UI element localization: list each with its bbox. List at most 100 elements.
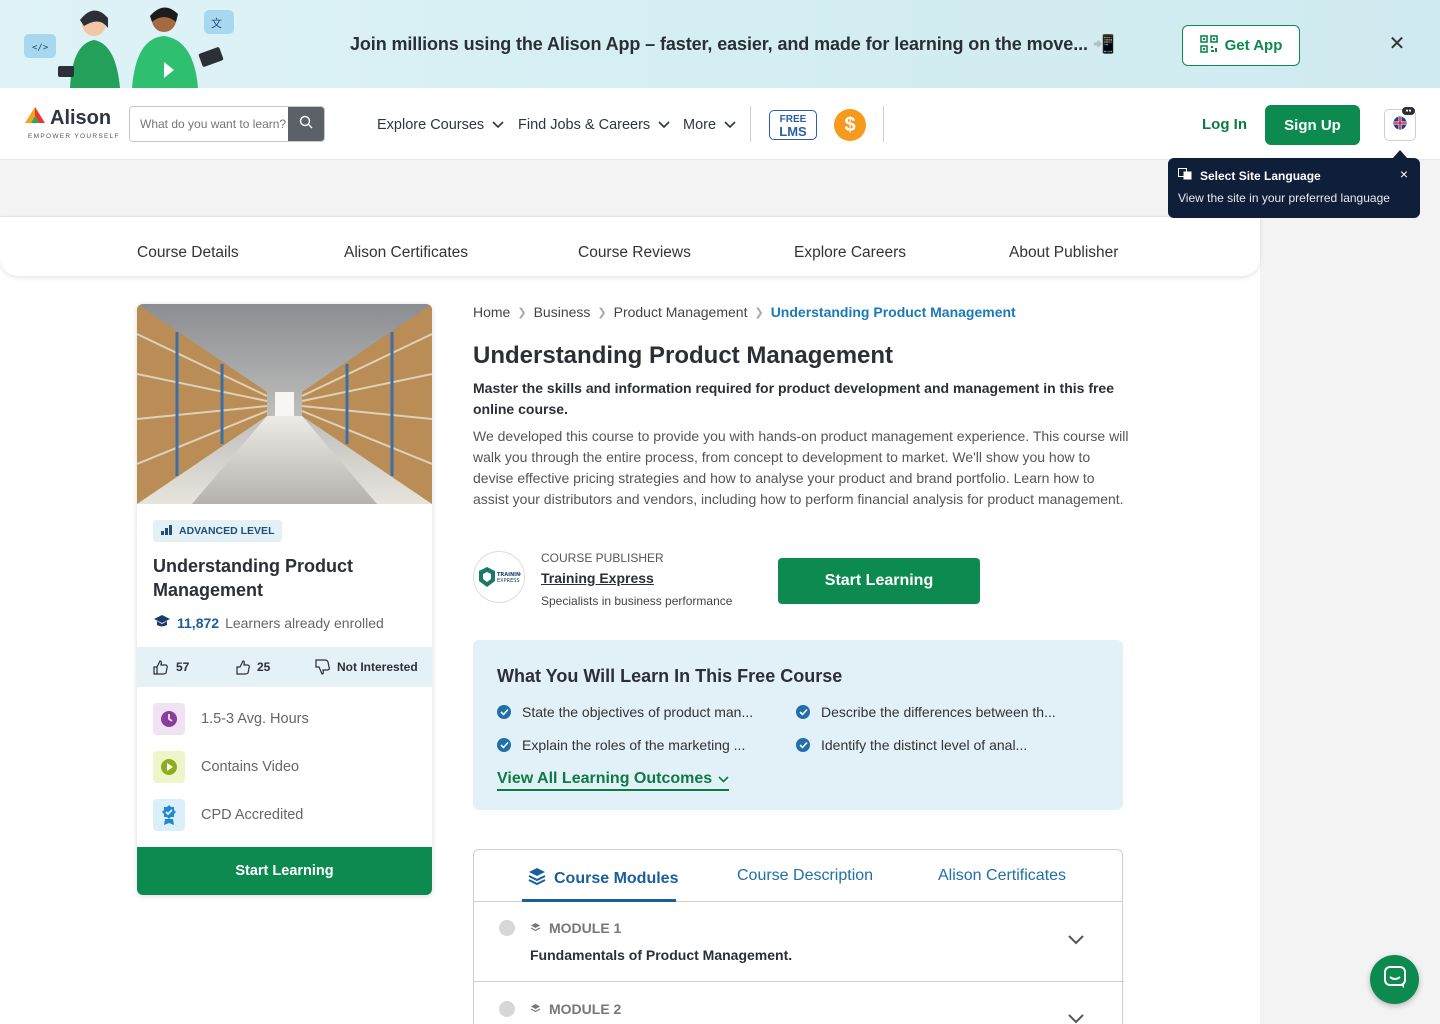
qr-code-icon (1199, 34, 1218, 57)
breadcrumb-home[interactable]: Home (473, 304, 510, 320)
outcome-text: Identify the distinct level of anal... (821, 737, 1028, 753)
outcome-item: State the objectives of product man... (497, 704, 753, 720)
check-circle-icon (796, 738, 810, 752)
chevron-down-icon (718, 770, 729, 788)
publisher-logo[interactable]: TRAININGEXPRESS (473, 551, 525, 603)
start-learning-main-button[interactable]: Start Learning (778, 558, 980, 604)
promo-text: Join millions using the Alison App – fas… (350, 34, 1116, 54)
likes-button[interactable]: 57 (152, 659, 189, 675)
close-icon[interactable]: × (1400, 166, 1408, 182)
outcome-text: Describe the differences between th... (821, 704, 1056, 720)
status-dot (499, 1001, 515, 1017)
translate-icon (1178, 168, 1192, 183)
nav-explore-courses[interactable]: Explore Courses (377, 117, 504, 133)
course-card: ADVANCED LEVEL Understanding Product Man… (137, 304, 432, 895)
chevron-right-icon: ❯ (517, 306, 527, 319)
layers-icon (528, 867, 546, 890)
nav-find-jobs[interactable]: Find Jobs & Careers (518, 117, 670, 133)
outcome-item: Explain the roles of the marketing ... (497, 737, 745, 753)
login-link[interactable]: Log In (1202, 116, 1247, 133)
outcome-text: State the objectives of product man... (522, 704, 754, 720)
nav-more[interactable]: More (683, 117, 736, 133)
get-app-button[interactable]: Get App (1182, 25, 1300, 66)
nav-find-jobs-label: Find Jobs & Careers (518, 117, 651, 133)
course-description: We developed this course to provide you … (473, 428, 1129, 507)
chevron-down-icon[interactable] (1068, 1011, 1084, 1024)
clap-icon (152, 659, 170, 675)
module-number: MODULE 2 (549, 1001, 622, 1017)
tab-course-description[interactable]: Course Description (737, 867, 873, 885)
subnav-explore-careers[interactable]: Explore Careers (794, 244, 906, 262)
search-input[interactable] (130, 107, 288, 141)
feature-video: Contains Video (153, 751, 299, 783)
module-row[interactable]: MODULE 2 (474, 983, 1124, 1024)
chevron-right-icon: ❯ (754, 306, 764, 319)
page-title: Understanding Product Management (473, 342, 894, 369)
divider (750, 106, 751, 142)
feature-cpd: CPD Accredited (153, 799, 303, 831)
start-learning-button[interactable]: Start Learning (137, 847, 432, 895)
level-badge: ADVANCED LEVEL (153, 520, 283, 542)
thumbs-up-button[interactable]: 25 (236, 659, 271, 675)
bar-chart-icon (161, 524, 173, 538)
not-interested-button[interactable]: Not Interested (315, 659, 418, 675)
tab-course-modules-label: Course Modules (554, 869, 679, 887)
outcome-item: Describe the differences between th... (796, 704, 1056, 720)
subnav-alison-certificates[interactable]: Alison Certificates (344, 244, 468, 262)
publisher-label: COURSE PUBLISHER (541, 551, 664, 565)
likes-count: 57 (176, 660, 190, 674)
subnav-course-reviews[interactable]: Course Reviews (578, 244, 691, 262)
close-icon[interactable]: ✕ (1388, 34, 1406, 54)
tab-alison-certificates[interactable]: Alison Certificates (938, 867, 1066, 885)
breadcrumb-current[interactable]: Understanding Product Management (771, 304, 1016, 320)
thumbs-down-icon (315, 659, 331, 675)
enrolled-count: 11,872 (177, 614, 220, 631)
module-tabs: Course Modules Course Description Alison… (474, 850, 1122, 902)
thumbs-count: 25 (257, 660, 271, 674)
signup-button[interactable]: Sign Up (1265, 105, 1360, 145)
chat-button[interactable] (1370, 955, 1419, 1004)
feature-hours-label: 1.5-3 Avg. Hours (201, 711, 309, 727)
not-interested-label: Not Interested (337, 660, 418, 674)
alison-logo[interactable]: Alison EMPOWER YOURSELF (24, 106, 120, 140)
search-button[interactable] (288, 107, 324, 141)
breadcrumb-product-management[interactable]: Product Management (614, 304, 748, 320)
module-name: Fundamentals of Product Management. (530, 947, 793, 963)
subnav-course-details[interactable]: Course Details (137, 244, 239, 262)
enrolled-info: 11,872 Learners already enrolled (153, 614, 384, 631)
module-label: MODULE 2 (530, 1001, 621, 1017)
card-title: Understanding Product Management (153, 556, 354, 600)
feature-video-label: Contains Video (201, 759, 300, 775)
nav-more-label: More (683, 117, 717, 133)
search-icon (299, 115, 313, 134)
chevron-down-icon[interactable] (1068, 932, 1084, 950)
breadcrumb: Home ❯ Business ❯ Product Management ❯ U… (473, 304, 1016, 320)
language-badge: ●● (1402, 107, 1415, 115)
tooltip-title: Select Site Language (1200, 168, 1321, 183)
module-number: MODULE 1 (549, 920, 622, 936)
subnav-about-publisher[interactable]: About Publisher (1009, 244, 1118, 262)
free-lms-button[interactable]: FREE LMS (769, 110, 817, 140)
view-all-outcomes-link[interactable]: View All Learning Outcomes (497, 770, 730, 791)
alison-logo-icon (24, 106, 46, 130)
breadcrumb-business[interactable]: Business (534, 304, 591, 320)
video-icon (153, 751, 185, 783)
get-app-label: Get App (1224, 37, 1283, 54)
learning-outcomes-title: What You Will Learn In This Free Course (497, 666, 843, 686)
outcome-item: Identify the distinct level of anal... (796, 737, 1027, 753)
module-label: MODULE 1 (530, 920, 621, 936)
dollar-coin-icon[interactable]: $ (834, 109, 866, 141)
enrolled-label: Learners already enrolled (225, 614, 384, 631)
course-image (137, 304, 432, 504)
publisher-name-link[interactable]: Training Express (541, 570, 654, 586)
tab-course-modules[interactable]: Course Modules (528, 867, 678, 890)
status-dot (499, 920, 515, 936)
badge-icon (153, 799, 185, 831)
level-label: ADVANCED LEVEL (179, 525, 275, 537)
chevron-down-icon (492, 117, 504, 133)
clock-icon (153, 703, 185, 735)
people-illustration: </> 文 (14, 0, 244, 88)
module-row[interactable]: MODULE 1 Fundamentals of Product Managem… (474, 902, 1124, 982)
svg-text:</>: </> (32, 43, 49, 53)
course-subnav: Course Details Alison Certificates Cours… (0, 216, 1260, 276)
